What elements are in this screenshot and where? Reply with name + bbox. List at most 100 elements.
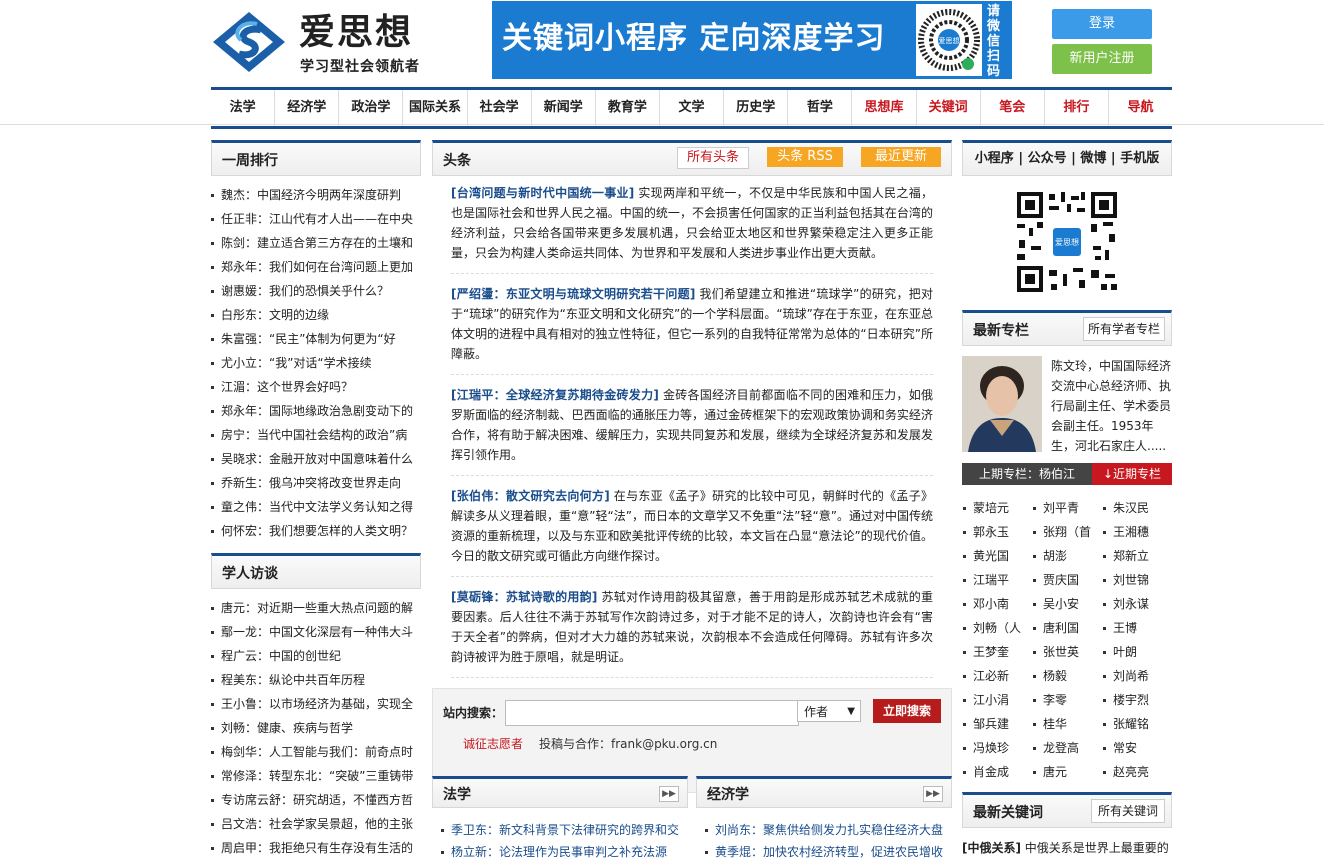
headline-title-link[interactable]: [严绍璗：东亚文明与琉球文明研究若干问题] bbox=[451, 287, 695, 301]
author-link[interactable]: 龙登高 bbox=[1032, 736, 1102, 760]
list-item[interactable]: 朱富强：“民主”体制为何更为“好 bbox=[211, 327, 417, 351]
list-item[interactable]: 杨立新：论法理作为民事审判之补充法源 bbox=[441, 841, 686, 863]
headline-title-link[interactable]: [莫砺锋：苏轼诗歌的用韵] bbox=[451, 590, 597, 604]
list-item[interactable]: 专访席云舒：研究胡适，不懂西方哲 bbox=[211, 788, 417, 812]
author-link[interactable]: 郑新立 bbox=[1102, 544, 1172, 568]
register-button[interactable]: 新用户注册 bbox=[1052, 44, 1152, 74]
login-button[interactable]: 登录 bbox=[1052, 9, 1152, 39]
list-item[interactable]: 吕文浩：社会学家吴景超，他的主张 bbox=[211, 812, 417, 836]
list-item[interactable]: 陈剑：建立适合第三方存在的土壤和 bbox=[211, 231, 417, 255]
search-input[interactable] bbox=[505, 700, 799, 726]
author-photo[interactable] bbox=[962, 356, 1042, 452]
author-link[interactable]: 赵亮亮 bbox=[1102, 760, 1172, 784]
nav-item-philosophy[interactable]: 哲学 bbox=[788, 90, 853, 126]
nav-item-thinkers[interactable]: 思想库 bbox=[852, 90, 917, 126]
list-item[interactable]: 梅剑华：人工智能与我们：前奇点时 bbox=[211, 740, 417, 764]
site-logo[interactable]: 爱思想 学习型社会领航者 bbox=[211, 8, 426, 75]
author-link[interactable]: 肖金成 bbox=[962, 760, 1032, 784]
nav-item-history[interactable]: 历史学 bbox=[724, 90, 789, 126]
author-link[interactable]: 邹兵建 bbox=[962, 712, 1032, 736]
author-link[interactable]: 王梦奎 bbox=[962, 640, 1032, 664]
list-item[interactable]: 尤小立：“我”对话“学术接续 bbox=[211, 351, 417, 375]
nav-item-keywords[interactable]: 关键词 bbox=[917, 90, 981, 126]
author-link[interactable]: 贾庆国 bbox=[1032, 568, 1102, 592]
nav-item-guide[interactable]: 导航 bbox=[1109, 90, 1172, 126]
author-link[interactable]: 唐元 bbox=[1032, 760, 1102, 784]
author-link[interactable]: 江必新 bbox=[962, 664, 1032, 688]
list-item[interactable]: 刘畅：健康、疾病与哲学 bbox=[211, 716, 417, 740]
list-item[interactable]: 程广云：中国的创世纪 bbox=[211, 644, 417, 668]
headline-title-link[interactable]: [江瑞平：全球经济复苏期待金砖发力] bbox=[451, 388, 659, 402]
list-item[interactable]: 常修泽：转型东北：“突破”三重铸带 bbox=[211, 764, 417, 788]
follow-tabs[interactable]: 小程序 | 公众号 | 微博 | 手机版 bbox=[962, 140, 1172, 176]
nav-item-intl-relations[interactable]: 国际关系 bbox=[403, 90, 468, 126]
volunteer-link[interactable]: 诚征志愿者 bbox=[463, 735, 523, 752]
nav-item-education[interactable]: 教育学 bbox=[596, 90, 660, 126]
author-link[interactable]: 楼宇烈 bbox=[1102, 688, 1172, 712]
author-link[interactable]: 杨毅 bbox=[1032, 664, 1102, 688]
author-link[interactable]: 叶朗 bbox=[1102, 640, 1172, 664]
author-link[interactable]: 刘永谋 bbox=[1102, 592, 1172, 616]
previous-column-link[interactable]: 上期专栏：杨伯江 bbox=[962, 463, 1092, 485]
author-link[interactable]: 张世英 bbox=[1032, 640, 1102, 664]
author-link[interactable]: 朱汉民 bbox=[1102, 496, 1172, 520]
nav-item-ranking[interactable]: 排行 bbox=[1045, 90, 1109, 126]
author-link[interactable]: 刘平青 bbox=[1032, 496, 1102, 520]
author-link[interactable]: 刘尚希 bbox=[1102, 664, 1172, 688]
nav-item-literature[interactable]: 文学 bbox=[660, 90, 725, 126]
all-columns-button[interactable]: 所有学者专栏 bbox=[1083, 317, 1165, 341]
nav-item-sociology[interactable]: 社会学 bbox=[468, 90, 532, 126]
author-link[interactable]: 胡澎 bbox=[1032, 544, 1102, 568]
keyword-link[interactable]: [中俄关系] bbox=[962, 841, 1021, 855]
author-link[interactable]: 张翔（首 bbox=[1032, 520, 1102, 544]
author-link[interactable]: 王博 bbox=[1102, 616, 1172, 640]
list-item[interactable]: 王小鲁：以市场经济为基础，实现全 bbox=[211, 692, 417, 716]
author-link[interactable]: 江瑞平 bbox=[962, 568, 1032, 592]
list-item[interactable]: 乔新生：俄乌冲突将改变世界走向 bbox=[211, 471, 417, 495]
list-item[interactable]: 郑永年：国际地缘政治急剧变动下的 bbox=[211, 399, 417, 423]
list-item[interactable]: 鄢一龙：中国文化深层有一种伟大斗 bbox=[211, 620, 417, 644]
author-link[interactable]: 桂华 bbox=[1032, 712, 1102, 736]
author-link[interactable]: 江小涓 bbox=[962, 688, 1032, 712]
author-link[interactable]: 黄光国 bbox=[962, 544, 1032, 568]
list-item[interactable]: 郑永年：我们如何在台湾问题上更加 bbox=[211, 255, 417, 279]
list-item[interactable]: 江湄：这个世界会好吗？ bbox=[211, 375, 417, 399]
more-arrow-icon[interactable]: ▶▶ bbox=[659, 786, 679, 802]
list-item[interactable]: 季卫东：新文科背景下法律研究的跨界和交 bbox=[441, 819, 686, 841]
all-headlines-button[interactable]: 所有头条 bbox=[677, 147, 749, 169]
nav-item-essays[interactable]: 笔会 bbox=[981, 90, 1045, 126]
author-link[interactable]: 刘世锦 bbox=[1102, 568, 1172, 592]
headline-title-link[interactable]: [台湾问题与新时代中国统一事业] bbox=[451, 186, 634, 200]
author-link[interactable]: 张耀铭 bbox=[1102, 712, 1172, 736]
list-item[interactable]: 谢惠媛：我们的恐惧关乎什么？ bbox=[211, 279, 417, 303]
nav-item-law[interactable]: 法学 bbox=[211, 90, 276, 126]
headlines-rss-button[interactable]: 头条 RSS bbox=[767, 147, 843, 167]
author-link[interactable]: 冯焕珍 bbox=[962, 736, 1032, 760]
author-link[interactable]: 蒙培元 bbox=[962, 496, 1032, 520]
more-arrow-icon[interactable]: ▶▶ bbox=[923, 786, 943, 802]
nav-item-economics[interactable]: 经济学 bbox=[275, 90, 340, 126]
recent-updates-button[interactable]: 最近更新 bbox=[861, 147, 941, 167]
author-link[interactable]: 邓小南 bbox=[962, 592, 1032, 616]
list-item[interactable]: 何怀宏：我们想要怎样的人类文明？ bbox=[211, 519, 417, 543]
list-item[interactable]: 周启甲：我拒绝只有生存没有生活的 bbox=[211, 836, 417, 860]
author-link[interactable]: 刘畅（人 bbox=[962, 616, 1032, 640]
list-item[interactable]: 吴晓求：金融开放对中国意味着什么 bbox=[211, 447, 417, 471]
author-link[interactable]: 李零 bbox=[1032, 688, 1102, 712]
list-item[interactable]: 程美东：纵论中共百年历程 bbox=[211, 668, 417, 692]
list-item[interactable]: 任正非：江山代有才人出——在中央 bbox=[211, 207, 417, 231]
list-item[interactable]: 童之伟：当代中文法学义务认知之得 bbox=[211, 495, 417, 519]
list-item[interactable]: 刘尚东：聚焦供给侧发力扎实稳住经济大盘 bbox=[705, 819, 950, 841]
nav-item-journalism[interactable]: 新闻学 bbox=[532, 90, 596, 126]
all-keywords-button[interactable]: 所有关键词 bbox=[1091, 799, 1165, 823]
author-link[interactable]: 吴小安 bbox=[1032, 592, 1102, 616]
list-item[interactable]: 白彤东：文明的边缘 bbox=[211, 303, 417, 327]
author-link[interactable]: 唐利国 bbox=[1032, 616, 1102, 640]
author-link[interactable]: 王湘穗 bbox=[1102, 520, 1172, 544]
author-link[interactable]: 常安 bbox=[1102, 736, 1172, 760]
list-item[interactable]: 唐元：对近期一些重大热点问题的解 bbox=[211, 596, 417, 620]
list-item[interactable]: 魏杰：中国经济今明两年深度研判 bbox=[211, 183, 417, 207]
recent-columns-link[interactable]: ↓近期专栏 bbox=[1092, 463, 1172, 485]
list-item[interactable]: 黄季焜：加快农村经济转型，促进农民增收 bbox=[705, 841, 950, 863]
author-link[interactable]: 郭永玉 bbox=[962, 520, 1032, 544]
